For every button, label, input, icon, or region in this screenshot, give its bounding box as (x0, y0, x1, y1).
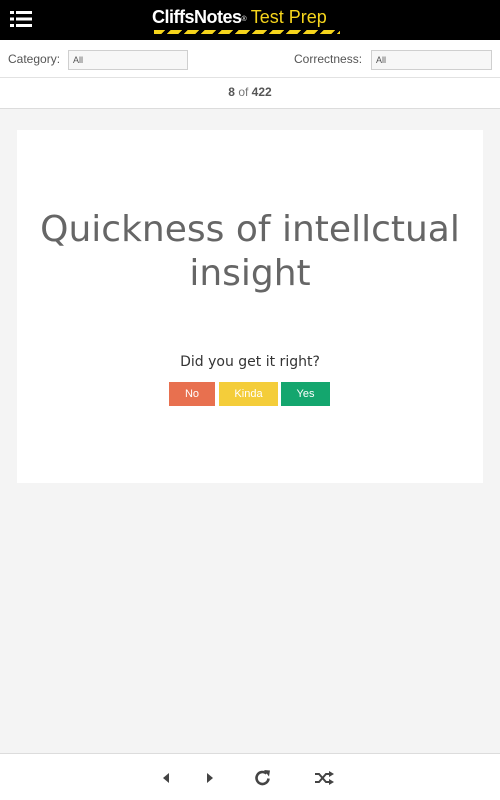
correctness-label: Correctness: (294, 52, 363, 66)
app-header: CliffsNotes® Test Prep (0, 0, 500, 40)
kinda-button[interactable]: Kinda (219, 382, 278, 406)
category-select[interactable]: All (68, 50, 188, 70)
category-label: Category: (8, 52, 61, 66)
yes-button[interactable]: Yes (281, 382, 330, 406)
card-counter: 8 of 422 (0, 78, 500, 109)
card-question: Quickness of intellctual insight (40, 209, 460, 294)
total-card-count: 422 (251, 85, 272, 99)
shuffle-icon[interactable] (313, 768, 335, 788)
self-assessment-prompt: Did you get it right? (180, 354, 320, 370)
current-card-number: 8 (228, 85, 235, 99)
logo-product: Test Prep (250, 7, 327, 27)
correctness-select[interactable]: All (371, 50, 492, 70)
logo-brand: CliffsNotes (152, 7, 242, 27)
flashcard[interactable]: Quickness of intellctual insight Did you… (17, 130, 483, 483)
filter-bar: Category: All Correctness: All (0, 40, 500, 78)
logo-hazard-stripe (154, 30, 340, 34)
logo-registered-mark: ® (241, 16, 247, 23)
cliffsnotes-logo: CliffsNotes® Test Prep (152, 4, 342, 38)
next-icon[interactable] (199, 768, 221, 788)
list-menu-icon[interactable] (10, 10, 32, 28)
counter-separator: of (238, 85, 249, 99)
footer-nav (0, 753, 500, 800)
no-button[interactable]: No (169, 382, 215, 406)
previous-icon[interactable] (155, 768, 177, 788)
refresh-icon[interactable] (252, 768, 274, 788)
